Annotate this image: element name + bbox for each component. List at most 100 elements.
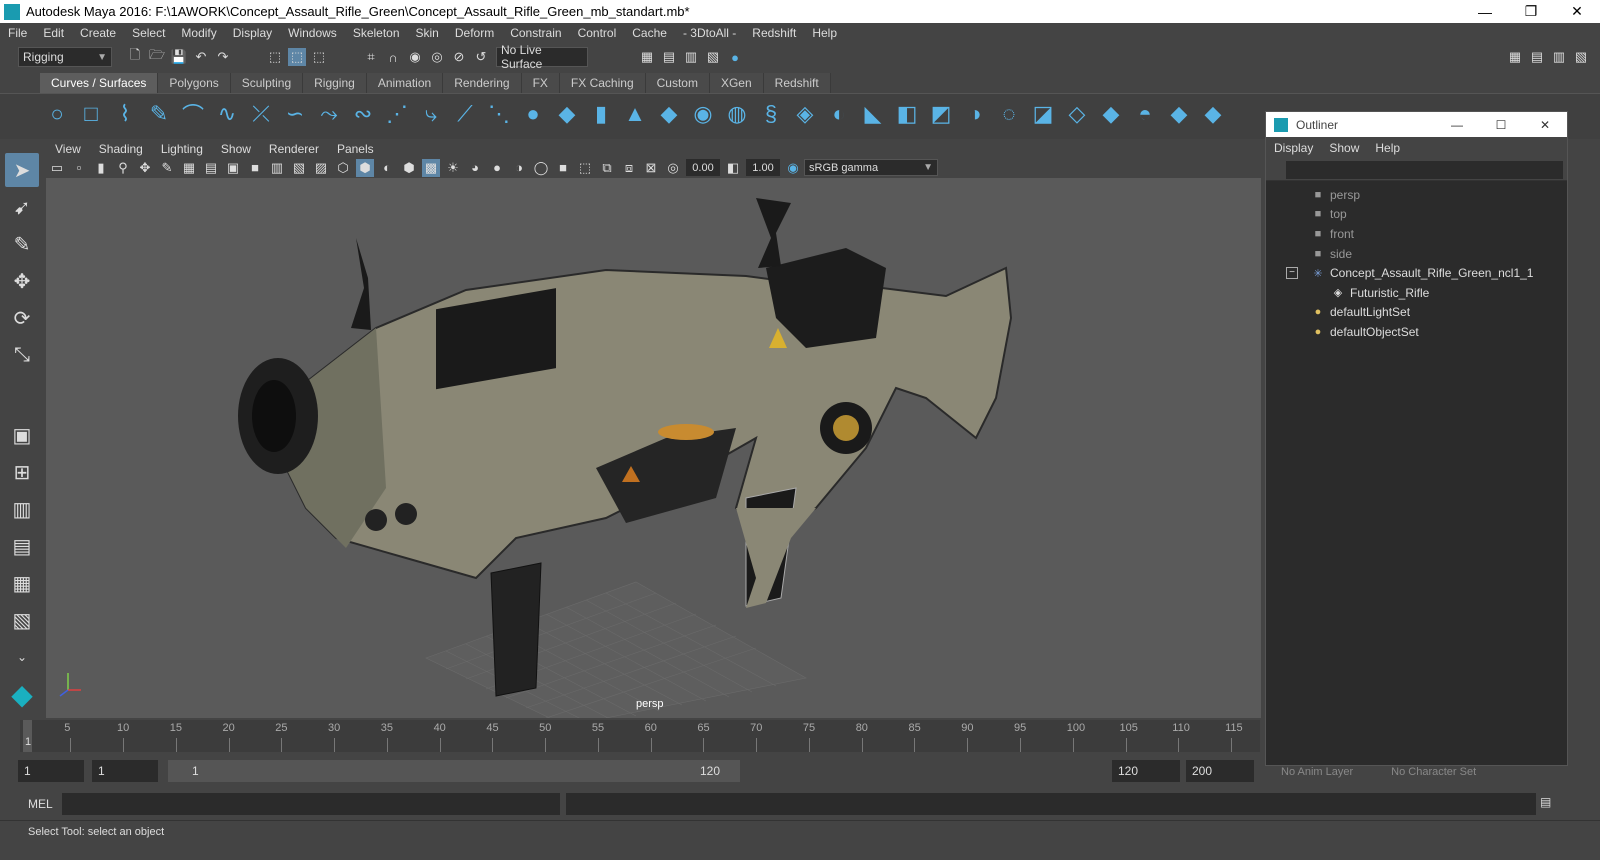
- nurbs-plane-icon[interactable]: ◆: [656, 100, 682, 128]
- tab-xgen[interactable]: XGen: [709, 73, 764, 93]
- birail-icon[interactable]: ◣: [860, 100, 886, 128]
- outliner-item[interactable]: ◈ Futuristic_Rifle: [1266, 283, 1567, 303]
- grid-icon[interactable]: ▦: [180, 159, 198, 177]
- minimize-icon[interactable]: —: [1435, 112, 1479, 137]
- range-slider[interactable]: 1 120: [168, 760, 740, 782]
- safe-action-icon[interactable]: ▧: [290, 159, 308, 177]
- uv-layout-icon[interactable]: ▧: [5, 603, 39, 637]
- viewport-menu-renderer[interactable]: Renderer: [260, 142, 328, 156]
- menu-create[interactable]: Create: [72, 26, 124, 40]
- outliner-item[interactable]: ● defaultObjectSet: [1266, 322, 1567, 342]
- depth-of-field-icon[interactable]: ■: [554, 159, 572, 177]
- hypershade-icon[interactable]: ●: [726, 48, 744, 66]
- viewport-menu-show[interactable]: Show: [212, 142, 260, 156]
- menu-skeleton[interactable]: Skeleton: [345, 26, 408, 40]
- attach-surfaces-icon[interactable]: ◓: [1132, 100, 1158, 128]
- character-set-dropdown[interactable]: No Character Set: [1391, 766, 1476, 778]
- menu-cache[interactable]: Cache: [624, 26, 675, 40]
- tab-polygons[interactable]: Polygons: [158, 73, 231, 93]
- close-icon[interactable]: ✕: [1523, 112, 1567, 137]
- xray-joints-icon[interactable]: ⊠: [642, 159, 660, 177]
- attach-curves-icon[interactable]: ⤫: [248, 100, 274, 128]
- wireframe-on-shaded-icon[interactable]: ⬢: [400, 159, 418, 177]
- perspective-viewport[interactable]: persp: [46, 178, 1261, 718]
- undo-icon[interactable]: ↶: [192, 48, 210, 66]
- graph-layout-icon[interactable]: ▤: [5, 529, 39, 563]
- bevel-plus-icon[interactable]: ◑: [962, 100, 988, 128]
- menu-edit[interactable]: Edit: [35, 26, 72, 40]
- intersect-surfaces-icon[interactable]: ◪: [1030, 100, 1056, 128]
- offset-curve-icon[interactable]: ⋰: [384, 100, 410, 128]
- select-tool-icon[interactable]: ➤: [5, 153, 39, 187]
- move-tool-icon[interactable]: ✥: [5, 264, 39, 298]
- detach-curves-icon[interactable]: ∽: [282, 100, 308, 128]
- ep-curve-icon[interactable]: ⌇: [112, 100, 138, 128]
- menu-modify[interactable]: Modify: [173, 26, 224, 40]
- camera-attributes-icon[interactable]: ▫: [70, 159, 88, 177]
- tab-animation[interactable]: Animation: [366, 73, 444, 93]
- command-input[interactable]: [62, 793, 560, 815]
- outliner-item[interactable]: ● defaultLightSet: [1266, 303, 1567, 323]
- extrude-icon[interactable]: ◐: [826, 100, 852, 128]
- redo-icon[interactable]: ↷: [214, 48, 232, 66]
- shadows-icon[interactable]: ◕: [466, 159, 484, 177]
- select-object-icon[interactable]: ⬚: [288, 48, 306, 66]
- tab-rigging[interactable]: Rigging: [303, 73, 367, 93]
- outliner-menu-help[interactable]: Help: [1367, 141, 1408, 155]
- extend-curve-icon[interactable]: ∾: [350, 100, 376, 128]
- tab-rendering[interactable]: Rendering: [443, 73, 522, 93]
- tab-redshift[interactable]: Redshift: [763, 73, 831, 93]
- collapse-icon[interactable]: −: [1286, 267, 1298, 280]
- wireframe-icon[interactable]: ⬡: [334, 159, 352, 177]
- time-slider[interactable]: 1 5 10 15 20 25 30 35 40 45 50 55 60 65 70 75 80 85 90 95 1…: [0, 720, 1265, 752]
- viewport-menu-view[interactable]: View: [46, 142, 90, 156]
- revolve-icon[interactable]: ◍: [724, 100, 750, 128]
- menu-constrain[interactable]: Constrain: [502, 26, 569, 40]
- select-camera-icon[interactable]: ▭: [48, 159, 66, 177]
- use-all-lights-icon[interactable]: ☀: [444, 159, 462, 177]
- trim-tool-icon[interactable]: ◇: [1064, 100, 1090, 128]
- new-scene-icon[interactable]: 🗋: [126, 47, 144, 66]
- outliner-item[interactable]: ■ side: [1266, 244, 1567, 264]
- rotate-tool-icon[interactable]: ⟳: [5, 301, 39, 335]
- snap-view-icon[interactable]: ◎: [428, 48, 446, 66]
- cv-curve-icon[interactable]: ⌒: [180, 100, 206, 128]
- nurbs-cone-icon[interactable]: ▲: [622, 100, 648, 128]
- single-perspective-layout-icon[interactable]: ▣: [5, 418, 39, 452]
- open-scene-icon[interactable]: 🗁: [148, 47, 166, 66]
- gate-mask-icon[interactable]: ■: [246, 159, 264, 177]
- playback-end-field[interactable]: 120: [1112, 760, 1180, 782]
- two-d-pan-icon[interactable]: ✥: [136, 159, 154, 177]
- pencil-curve-icon[interactable]: ✎: [146, 100, 172, 128]
- bookmark-icon[interactable]: ▮: [92, 159, 110, 177]
- layout-expand-icon[interactable]: ⌄: [5, 640, 39, 674]
- detach-surfaces-icon[interactable]: ◆: [1166, 100, 1192, 128]
- nurbs-square-icon[interactable]: □: [78, 100, 104, 128]
- menu-file[interactable]: File: [0, 26, 35, 40]
- hypershade-layout-icon[interactable]: ▦: [5, 566, 39, 600]
- safe-title-icon[interactable]: ▨: [312, 159, 330, 177]
- menu-skin[interactable]: Skin: [408, 26, 447, 40]
- field-chart-icon[interactable]: ▥: [268, 159, 286, 177]
- exposure-icon[interactable]: ◎: [664, 159, 682, 177]
- render-frame-icon[interactable]: ▤: [660, 48, 678, 66]
- viewport-menu-lighting[interactable]: Lighting: [152, 142, 212, 156]
- nurbs-sphere-icon[interactable]: ●: [520, 100, 546, 128]
- tab-fx[interactable]: FX: [521, 73, 560, 93]
- nurbs-circle-icon[interactable]: ○: [44, 100, 70, 128]
- screen-space-ao-icon[interactable]: ●: [488, 159, 506, 177]
- image-plane-icon[interactable]: ⚲: [114, 159, 132, 177]
- paint-select-tool-icon[interactable]: ✎: [5, 227, 39, 261]
- snap-live-icon[interactable]: ↺: [472, 48, 490, 66]
- xray-icon[interactable]: ⧉: [598, 159, 616, 177]
- smooth-shade-icon[interactable]: ⬢: [356, 158, 374, 177]
- curve-edit-icon[interactable]: ⋱: [486, 100, 512, 128]
- viewport-menu-shading[interactable]: Shading: [90, 142, 152, 156]
- planar-icon[interactable]: ◈: [792, 100, 818, 128]
- tab-fx-caching[interactable]: FX Caching: [559, 73, 646, 93]
- insert-knot-icon[interactable]: ⤳: [316, 100, 342, 128]
- outliner-item[interactable]: ■ front: [1266, 224, 1567, 244]
- restore-icon[interactable]: ❐: [1508, 0, 1554, 23]
- command-language-label[interactable]: MEL: [28, 797, 53, 811]
- playback-start-field[interactable]: 1: [92, 760, 158, 782]
